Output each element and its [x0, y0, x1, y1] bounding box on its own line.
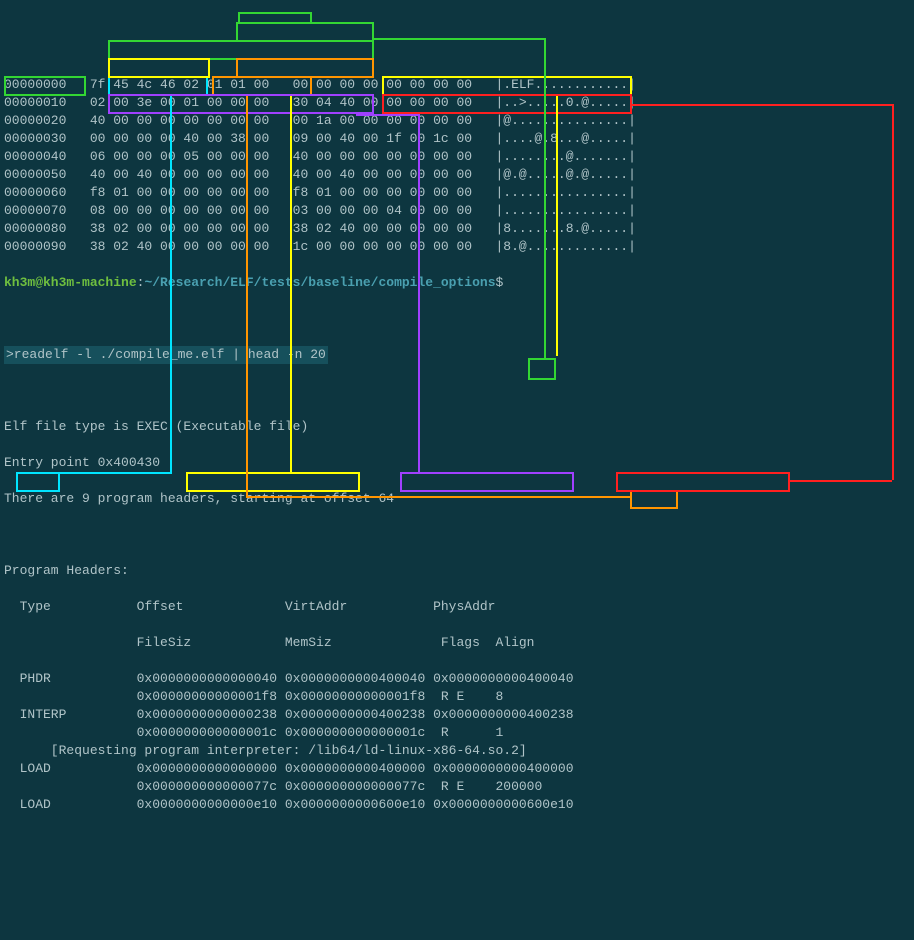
elf-type-line: Elf file type is EXEC (Executable file) — [4, 418, 910, 436]
readelf-row: 0x000000000000001c 0x000000000000001c R … — [4, 724, 910, 742]
annotation-line — [38, 472, 172, 474]
hexdump-row: 00000010 02 00 3e 00 01 00 00 00 30 04 4… — [4, 94, 910, 112]
hexdump-row: 00000050 40 00 40 00 00 00 00 00 40 00 4… — [4, 166, 910, 184]
hexdump-row: 00000020 40 00 00 00 00 00 00 00 00 1a 0… — [4, 112, 910, 130]
elf-ph-count-line: There are 9 program headers, starting at… — [4, 490, 910, 508]
prompt-path: ~/Research/ELF/tests/baseline/compile_op… — [144, 275, 495, 290]
blank-line — [4, 526, 910, 544]
annotation-box — [108, 58, 210, 78]
annotation-box — [400, 472, 574, 492]
annotation-line — [238, 12, 240, 22]
prompt-user: kh3m@kh3m-machine — [4, 275, 137, 290]
command-line[interactable]: >readelf -l ./compile_me.elf | head -n 2… — [4, 346, 910, 364]
blank-line — [4, 382, 910, 400]
hexdump-row: 00000090 38 02 40 00 00 00 00 00 1c 00 0… — [4, 238, 910, 256]
readelf-row: [Requesting program interpreter: /lib64/… — [4, 742, 910, 760]
annotation-box — [616, 472, 790, 492]
hexdump: 00000000 7f 45 4c 46 02 01 01 00 00 00 0… — [4, 76, 910, 256]
annotation-line — [374, 38, 546, 40]
ph-count-prefix: There are 9 program headers, starting at… — [4, 491, 378, 506]
prompt-line: kh3m@kh3m-machine:~/Research/ELF/tests/b… — [4, 274, 910, 292]
program-headers-rows: PHDR 0x0000000000000040 0x00000000004000… — [4, 670, 910, 814]
annotation-box — [16, 472, 60, 492]
readelf-row: PHDR 0x0000000000000040 0x00000000004000… — [4, 670, 910, 688]
prompt-dollar: $ — [496, 275, 504, 290]
hexdump-row: 00000060 f8 01 00 00 00 00 00 00 f8 01 0… — [4, 184, 910, 202]
ph-count-value: 64 — [378, 491, 394, 506]
hexdump-row: 00000040 06 00 00 00 05 00 00 00 40 00 0… — [4, 148, 910, 166]
readelf-row: INTERP 0x0000000000000238 0x000000000040… — [4, 706, 910, 724]
hexdump-row: 00000030 00 00 00 00 40 00 38 00 09 00 4… — [4, 130, 910, 148]
readelf-row: LOAD 0x0000000000000000 0x00000000004000… — [4, 760, 910, 778]
annotation-box — [186, 472, 360, 492]
annotation-line — [238, 12, 312, 14]
program-headers-title: Program Headers: — [4, 562, 910, 580]
readelf-row: 0x000000000000077c 0x000000000000077c R … — [4, 778, 910, 796]
command-text: >readelf -l ./compile_me.elf | head -n 2… — [4, 346, 328, 364]
annotation-box — [108, 40, 374, 60]
elf-entry-line: Entry point 0x400430 — [4, 454, 910, 472]
annotation-box — [236, 22, 374, 42]
annotation-line — [290, 472, 310, 474]
annotation-line — [310, 12, 312, 22]
annotation-box — [236, 58, 374, 78]
program-headers-hdr2: FileSiz MemSiz Flags Align — [4, 634, 910, 652]
blank-line — [4, 310, 910, 328]
hexdump-row: 00000070 08 00 00 00 00 00 00 00 03 00 0… — [4, 202, 910, 220]
readelf-row: LOAD 0x0000000000000e10 0x0000000000600e… — [4, 796, 910, 814]
hexdump-row: 00000000 7f 45 4c 46 02 01 01 00 00 00 0… — [4, 76, 910, 94]
program-headers-hdr1: Type Offset VirtAddr PhysAddr — [4, 598, 910, 616]
hexdump-row: 00000080 38 02 00 00 00 00 00 00 38 02 4… — [4, 220, 910, 238]
readelf-row: 0x00000000000001f8 0x00000000000001f8 R … — [4, 688, 910, 706]
annotation-line — [790, 480, 892, 482]
